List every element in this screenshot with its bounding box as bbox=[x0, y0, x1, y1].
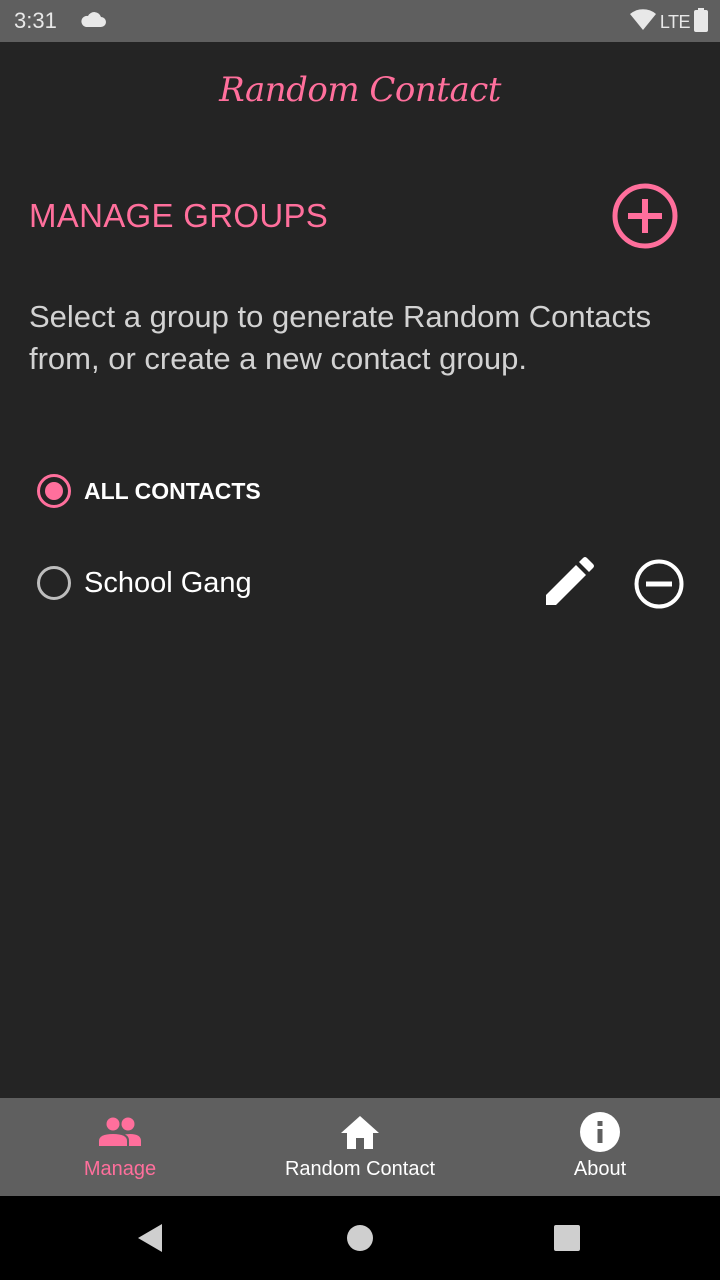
group-label: ALL CONTACTS bbox=[84, 477, 261, 504]
screen: 3:31 LTE Random Contact MANAGE GROUPS Se… bbox=[0, 0, 720, 1280]
page-title: MANAGE GROUPS bbox=[29, 197, 329, 234]
section-description: Select a group to generate Random Contac… bbox=[29, 299, 652, 376]
cloud-icon bbox=[80, 12, 106, 33]
nav-label: Manage bbox=[83, 1158, 157, 1180]
network-type: LTE bbox=[659, 12, 691, 32]
nav-label: About bbox=[573, 1158, 627, 1180]
add-group-button[interactable] bbox=[610, 181, 680, 251]
nav-item-manage[interactable]: Manage bbox=[0, 1098, 240, 1196]
status-indicators: LTE bbox=[629, 8, 708, 37]
radio-selected-icon[interactable] bbox=[36, 473, 72, 509]
people-icon bbox=[96, 1112, 144, 1152]
recents-square-icon[interactable] bbox=[545, 1216, 589, 1260]
app-title: Random Contact bbox=[219, 70, 501, 110]
add-circle-icon bbox=[612, 183, 678, 249]
status-time: 3:31 bbox=[14, 8, 57, 33]
nav-item-about[interactable]: About bbox=[480, 1098, 720, 1196]
bottom-nav: Manage Random Contact About bbox=[0, 1098, 720, 1196]
wifi-icon bbox=[629, 9, 656, 36]
radio-unselected-icon[interactable] bbox=[36, 565, 72, 601]
nav-label: Random Contact bbox=[284, 1158, 436, 1180]
nav-item-random-contact[interactable]: Random Contact bbox=[240, 1098, 480, 1196]
edit-group-button[interactable] bbox=[542, 557, 594, 609]
home-icon bbox=[336, 1112, 384, 1152]
pencil-icon bbox=[546, 557, 594, 605]
minus-circle-icon bbox=[634, 559, 684, 609]
back-icon[interactable] bbox=[128, 1216, 172, 1260]
remove-group-button[interactable] bbox=[632, 557, 686, 611]
group-label: School Gang bbox=[84, 566, 252, 599]
battery-icon bbox=[694, 8, 708, 37]
status-bar: 3:31 LTE bbox=[0, 0, 720, 42]
group-row-school-gang[interactable]: School Gang bbox=[36, 553, 696, 613]
info-icon bbox=[576, 1112, 624, 1152]
home-circle-icon[interactable] bbox=[338, 1216, 382, 1260]
system-nav-bar bbox=[0, 1196, 720, 1280]
group-row-all-contacts[interactable]: ALL CONTACTS bbox=[36, 461, 696, 521]
